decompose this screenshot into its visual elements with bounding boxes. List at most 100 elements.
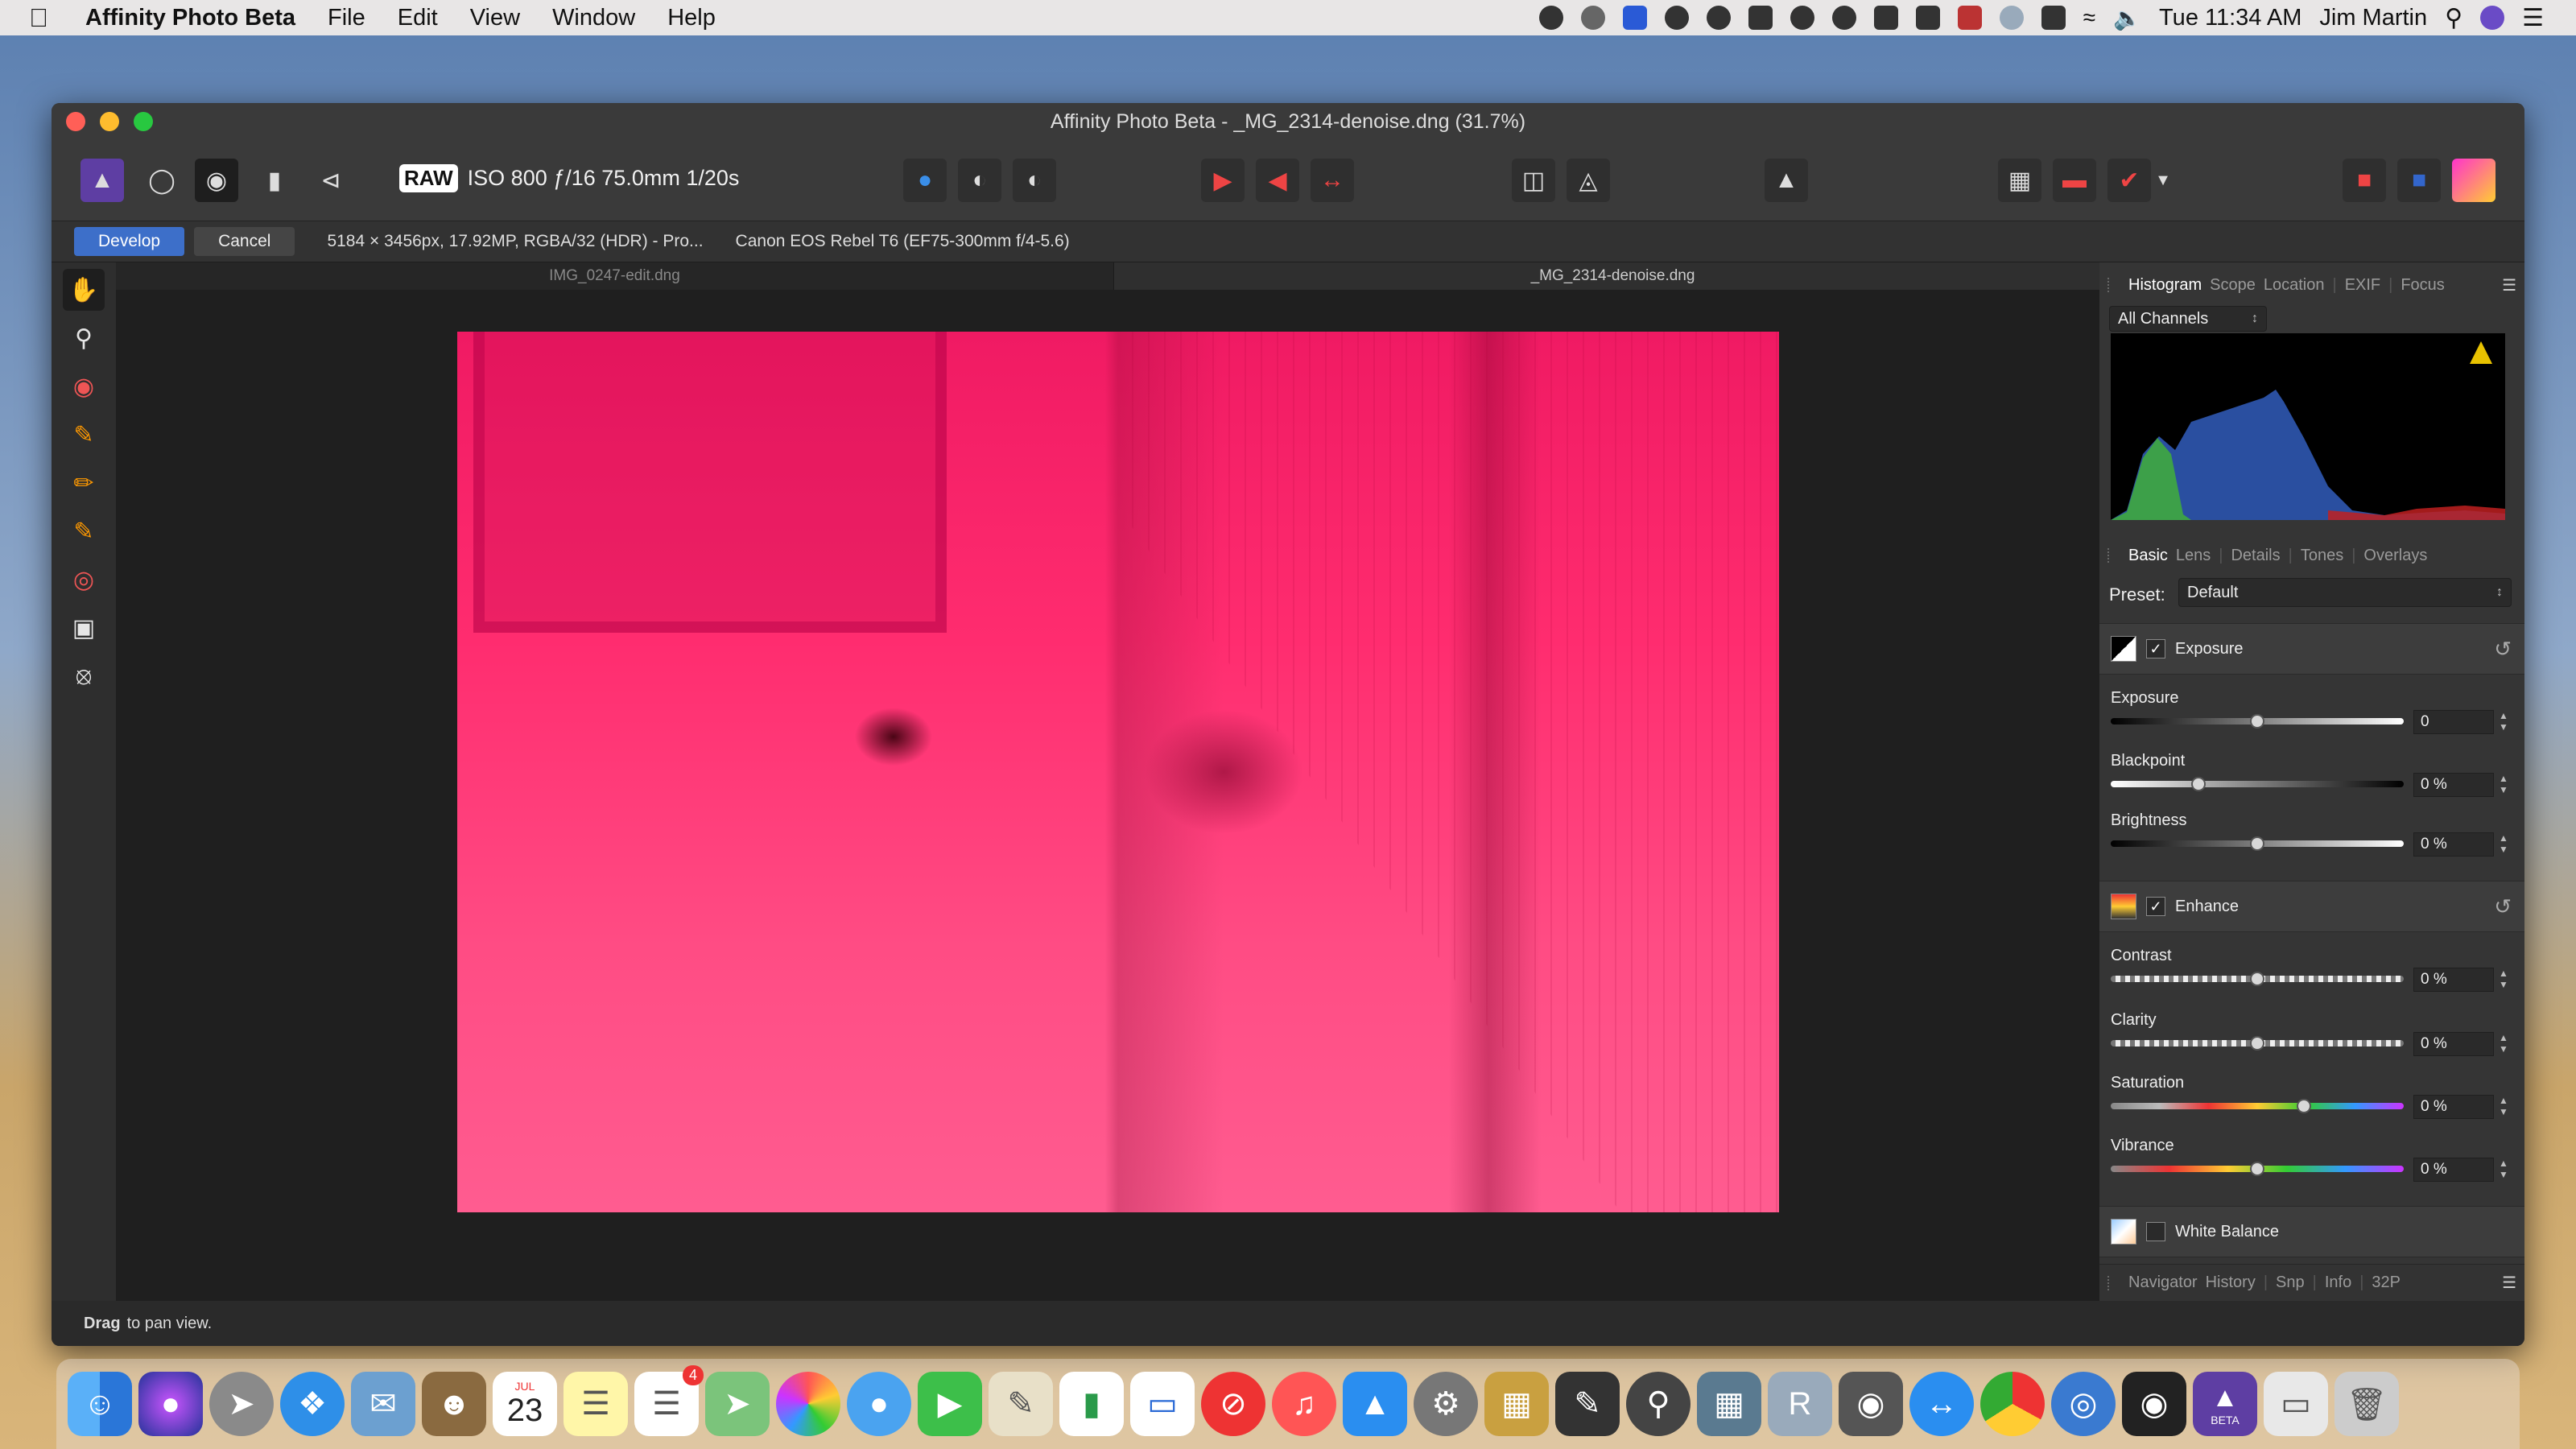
system-preferences-icon[interactable]: ⚙ bbox=[1414, 1372, 1478, 1436]
menu-view[interactable]: View bbox=[470, 5, 520, 31]
camera-status-icon[interactable] bbox=[1831, 6, 1856, 30]
enhance-section-header[interactable]: ✓ Enhance ↺ bbox=[2099, 881, 2524, 932]
menu-edit[interactable]: Edit bbox=[398, 5, 438, 31]
display-status-icon[interactable] bbox=[1748, 6, 1773, 30]
spotlight-search-icon[interactable]: ⚲ bbox=[2445, 4, 2462, 32]
color-icon[interactable] bbox=[2452, 159, 2496, 202]
panel-grip-icon[interactable] bbox=[2107, 548, 2114, 563]
finder-icon[interactable]: ☺ bbox=[68, 1372, 132, 1436]
contacts-icon[interactable]: ☻ bbox=[422, 1372, 486, 1436]
cloud-status-icon[interactable] bbox=[1999, 6, 2024, 30]
tab-focus[interactable]: Focus bbox=[2401, 276, 2444, 295]
tab-history[interactable]: History bbox=[2206, 1274, 2256, 1292]
stepper-icon[interactable]: ▲ ▼ bbox=[2499, 832, 2510, 857]
keynote-icon[interactable]: ▭ bbox=[1130, 1372, 1195, 1436]
creative-cloud-icon[interactable] bbox=[1664, 6, 1689, 30]
mail-icon[interactable]: ✉ bbox=[351, 1372, 415, 1436]
value-field[interactable]: 0 % bbox=[2413, 773, 2494, 797]
tab-32p[interactable]: 32P bbox=[2372, 1274, 2401, 1292]
menu-help[interactable]: Help bbox=[667, 5, 716, 31]
launchpad-icon[interactable]: ➤ bbox=[209, 1372, 274, 1436]
canvas-area[interactable] bbox=[116, 290, 2153, 1301]
tab-location[interactable]: Location bbox=[2264, 276, 2325, 295]
hand-tool-icon[interactable]: ✋ bbox=[63, 269, 105, 311]
cancel-button[interactable]: Cancel bbox=[194, 227, 295, 256]
archive-utility-icon[interactable]: ▦ bbox=[1484, 1372, 1549, 1436]
studio-panel-right-icon[interactable]: ■ bbox=[2397, 159, 2441, 202]
develop-persona-icon[interactable]: ◉ bbox=[195, 159, 238, 202]
music-icon[interactable]: ♫ bbox=[1272, 1372, 1336, 1436]
wifi-icon[interactable]: ≈ bbox=[2083, 5, 2095, 31]
numbers-icon[interactable]: ▮ bbox=[1059, 1372, 1124, 1436]
documents-folder-icon[interactable]: ▭ bbox=[2264, 1372, 2328, 1436]
teamviewer-icon[interactable]: ↔ bbox=[1909, 1372, 1974, 1436]
overlay-mask-icon[interactable]: ▬ bbox=[2053, 159, 2096, 202]
menu-file[interactable]: File bbox=[328, 5, 365, 31]
clipping-shadows-icon[interactable]: ▶ bbox=[1201, 159, 1245, 202]
user-name[interactable]: Jim Martin bbox=[2319, 5, 2427, 31]
value-field[interactable]: 0 bbox=[2413, 710, 2494, 734]
develop-button[interactable]: Develop bbox=[74, 227, 185, 256]
tab-details[interactable]: Details bbox=[2231, 547, 2280, 565]
channels-select[interactable]: All Channels ↕ bbox=[2109, 306, 2267, 332]
image-capture-icon[interactable]: ▦ bbox=[1697, 1372, 1761, 1436]
tab-scope[interactable]: Scope bbox=[2210, 276, 2256, 295]
liquify-persona-icon[interactable]: ◯ bbox=[140, 159, 184, 202]
app-menu[interactable]: Affinity Photo Beta bbox=[85, 5, 295, 31]
white-balance-checkbox[interactable] bbox=[2146, 1222, 2165, 1241]
view-mode-single-icon[interactable]: ● bbox=[903, 159, 947, 202]
value-field[interactable]: 0 % bbox=[2413, 1095, 2494, 1119]
apple-menu-icon[interactable]:  bbox=[29, 3, 61, 33]
tab-snapshots[interactable]: Snp bbox=[2276, 1274, 2305, 1292]
overlay-brush-icon[interactable]: ✔ bbox=[2107, 159, 2151, 202]
tab-basic[interactable]: Basic bbox=[2128, 547, 2168, 565]
white-balance-section-header[interactable]: White Balance bbox=[2099, 1206, 2524, 1257]
exposure-section-header[interactable]: ✓ Exposure ↺ bbox=[2099, 623, 2524, 675]
siri-icon[interactable] bbox=[2480, 6, 2505, 30]
clipping-highlights-icon[interactable]: ◀ bbox=[1256, 159, 1299, 202]
exposure-checkbox[interactable]: ✓ bbox=[2146, 639, 2165, 658]
value-field[interactable]: 0 % bbox=[2413, 1158, 2494, 1182]
value-field[interactable]: 0 % bbox=[2413, 832, 2494, 857]
value-field[interactable]: 0 % bbox=[2413, 1032, 2494, 1056]
grid-overlay-icon[interactable]: ▦ bbox=[1998, 159, 2041, 202]
stepper-icon[interactable]: ▲ ▼ bbox=[2499, 1158, 2510, 1182]
security-status-icon[interactable] bbox=[2041, 6, 2066, 30]
app-status-icon[interactable] bbox=[1622, 6, 1647, 30]
reminders-icon[interactable]: ☰ 4 bbox=[634, 1365, 704, 1436]
stepper-icon[interactable]: ▲ ▼ bbox=[2499, 710, 2510, 734]
red-eye-tool-icon[interactable]: ◉ bbox=[63, 365, 105, 407]
studio-panel-left-icon[interactable]: ■ bbox=[2343, 159, 2386, 202]
tab-overlays[interactable]: Overlays bbox=[2363, 547, 2427, 565]
safari-icon[interactable]: ❖ bbox=[280, 1372, 345, 1436]
overlay-gradient-icon[interactable]: ◎ bbox=[63, 559, 105, 601]
home-status-icon[interactable] bbox=[1957, 6, 1982, 30]
slider-track[interactable] bbox=[2111, 781, 2404, 787]
notes-icon[interactable]: ☰ bbox=[564, 1372, 628, 1436]
trash-icon[interactable]: 🗑 bbox=[2334, 1372, 2399, 1436]
affinity-photo-beta-icon[interactable]: ▲ BETA bbox=[2193, 1372, 2257, 1436]
play-status-icon[interactable] bbox=[1538, 6, 1563, 30]
clipping-tones-icon[interactable]: ↔ bbox=[1311, 159, 1354, 202]
notification-center-icon[interactable]: ☰ bbox=[2522, 4, 2544, 32]
panel-grip-icon[interactable] bbox=[2107, 1275, 2114, 1290]
blemish-tool-icon[interactable]: ✎ bbox=[63, 414, 105, 456]
photo-editor-icon[interactable]: ✎ bbox=[1555, 1372, 1620, 1436]
slider-knob[interactable] bbox=[2250, 1162, 2264, 1176]
slider-knob[interactable] bbox=[2191, 777, 2207, 791]
tab-exif[interactable]: EXIF bbox=[2345, 276, 2380, 295]
gradient-tool-icon[interactable]: ✎ bbox=[63, 510, 105, 552]
panel-menu-icon[interactable]: ☰ bbox=[2502, 1273, 2516, 1293]
photo-booth-icon[interactable]: ◉ bbox=[2122, 1372, 2186, 1436]
slider-knob[interactable] bbox=[2250, 714, 2264, 729]
preset-select[interactable]: Default ↕ bbox=[2178, 578, 2512, 607]
tools-status-icon[interactable] bbox=[1790, 6, 1814, 30]
value-field[interactable]: 0 % bbox=[2413, 968, 2494, 992]
panel-menu-icon[interactable]: ☰ bbox=[2502, 275, 2516, 295]
news-icon[interactable]: ⊘ bbox=[1201, 1372, 1265, 1436]
reset-icon[interactable]: ↺ bbox=[2494, 637, 2512, 662]
before-after-right-icon[interactable]: ◬ bbox=[1567, 159, 1610, 202]
assistant-icon[interactable]: ▲ bbox=[1765, 159, 1808, 202]
siri-dock-icon[interactable]: ● bbox=[138, 1372, 203, 1436]
vpn-status-icon[interactable] bbox=[1706, 6, 1731, 30]
